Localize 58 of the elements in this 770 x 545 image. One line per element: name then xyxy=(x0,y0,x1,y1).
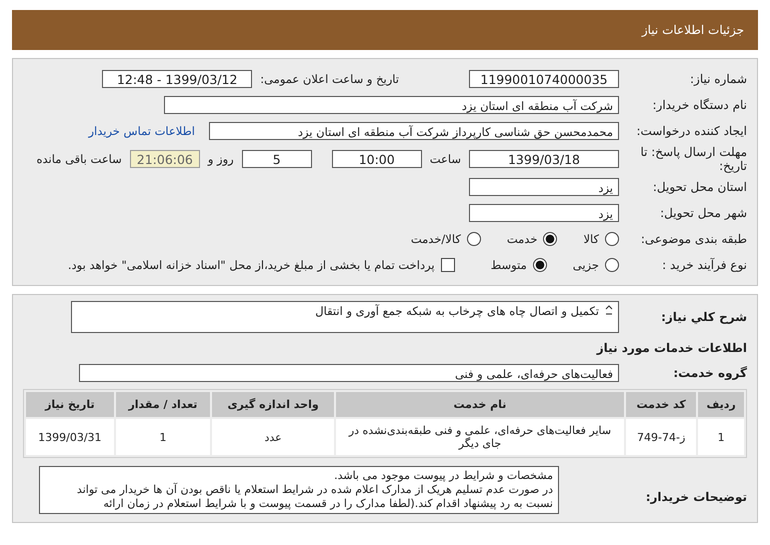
spinner-icon[interactable] xyxy=(605,304,613,316)
checkbox[interactable] xyxy=(440,258,455,272)
notes-line: نسبت به رد پیشنهاد اقدام کند.(لطفا مدارک را در قسمت پیوست و با شرایط استعلام در زمان ارائه xyxy=(102,497,553,511)
buyer-org-field: شرکت آب منطقه ای استان یزد xyxy=(164,96,619,114)
province-field: یزد xyxy=(469,178,619,196)
column-header: تعداد / مقدار xyxy=(116,392,210,417)
column-header: نام خدمت xyxy=(336,392,624,417)
need-number-field: 1199001074000035 xyxy=(469,70,619,88)
field-label: طبقه بندی موضوعی: xyxy=(640,232,747,246)
radio-button[interactable] xyxy=(532,258,547,272)
table-cell: سایر فعالیت‌های حرفه‌ای، علمی و فنی طبقه‌بندی‌نشده در جای دیگر xyxy=(336,419,624,455)
field-label: ساعت باقی مانده xyxy=(36,152,122,166)
notes-line: مشخصات و شرایط در پیوست موجود می باشد. xyxy=(333,469,553,483)
field-label: گروه خدمت: xyxy=(672,366,747,380)
table-cell: 1 xyxy=(698,419,744,455)
field-label: تاریخ و ساعت اعلان عمومی: xyxy=(260,72,399,86)
field-label: شرح کلي نياز: xyxy=(660,310,747,324)
service-group-field: فعالیت‌های حرفه‌ای، علمی و فنی xyxy=(79,364,619,382)
city-field: یزد xyxy=(469,204,619,222)
deadline-date-field: 1399/03/18 xyxy=(469,150,619,168)
remaining-time-field: 21:06:06 xyxy=(130,150,200,168)
radio-button[interactable] xyxy=(605,258,619,272)
field-label: ایجاد کننده درخواست: xyxy=(635,124,747,138)
notes-line: در صورت عدم تسلیم هریک از مدارک اعلام شده در شرایط استعلام یا ناقص بودن آن ها خریدار می تواند xyxy=(76,483,553,497)
field-label: شهر محل تحویل: xyxy=(659,206,747,220)
checkbox-label: پرداخت تمام یا بخشی از مبلغ خرید،از محل "اسناد خزانه اسلامی" خواهد بود. xyxy=(68,258,435,272)
field-label: نام دستگاه خریدار: xyxy=(652,98,747,112)
table-cell: 1399/03/31 xyxy=(26,419,114,455)
column-header: ردیف xyxy=(698,392,744,417)
days-field: 5 xyxy=(242,150,312,168)
description-text: تکمیل و اتصال چاه های چرخاب به شبکه جمع آوری و انتقال xyxy=(315,304,599,318)
radio-label: جزیی xyxy=(572,258,599,272)
column-header: کد خدمت xyxy=(626,392,696,417)
field-label: توضیحات خریدار: xyxy=(644,489,747,504)
radio-button[interactable] xyxy=(466,232,481,246)
header-bar: جزئیات اطلاعات نیاز xyxy=(12,10,758,50)
table-cell: ز-74-749 xyxy=(626,419,696,455)
requester-field: محمدمحسن حق شناسی کارپرداز شرکت آب منطقه ای استان یزد xyxy=(209,122,619,140)
column-header: واحد اندازه گیری xyxy=(212,392,334,417)
radio-button[interactable] xyxy=(543,232,558,246)
radio-label: کالا/خدمت xyxy=(410,232,461,246)
radio-label: متوسط xyxy=(490,258,527,272)
deadline-time-field: 10:00 xyxy=(332,150,422,168)
field-label: روز و xyxy=(208,152,234,166)
section-heading: اطلاعات خدمات مورد نیاز xyxy=(595,341,747,355)
field-label: نوع فرآیند خرید : xyxy=(661,258,747,272)
field-label: استان محل تحویل: xyxy=(652,180,747,194)
radio-label: خدمت xyxy=(506,232,538,246)
column-header: تاریخ نیاز xyxy=(26,392,114,417)
table-cell: 1 xyxy=(116,419,210,455)
announce-date-field: 1399/03/12 - 12:48 xyxy=(102,70,252,88)
field-label: ساعت xyxy=(430,152,461,166)
radio-label: کالا xyxy=(583,232,599,246)
radio-button[interactable] xyxy=(605,232,619,246)
buyer-contact-link[interactable]: اطلاعات تماس خریدار xyxy=(88,124,195,138)
field-label: مهلت ارسال پاسخ: تا تاریخ: xyxy=(639,145,747,173)
table-cell: عدد xyxy=(212,419,334,455)
field-label: شماره نیاز: xyxy=(689,72,747,86)
